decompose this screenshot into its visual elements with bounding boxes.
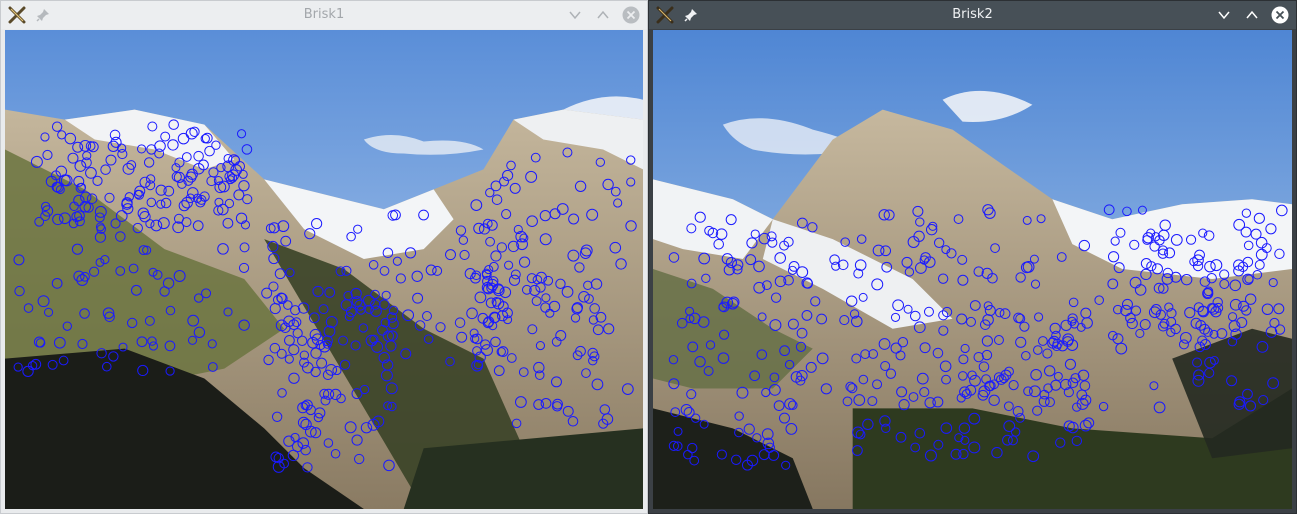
image-view bbox=[5, 30, 643, 509]
chevron-up-icon[interactable] bbox=[593, 5, 613, 25]
brisk1-window[interactable]: Brisk1 bbox=[0, 0, 648, 514]
chevron-down-icon[interactable] bbox=[565, 5, 585, 25]
titlebar[interactable]: Brisk2 bbox=[649, 1, 1296, 29]
window-title: Brisk1 bbox=[303, 7, 345, 22]
chevron-down-icon[interactable] bbox=[1214, 5, 1234, 25]
image-view bbox=[653, 30, 1292, 509]
landscape-image bbox=[5, 30, 643, 509]
window-title: Brisk2 bbox=[952, 7, 993, 22]
chevron-up-icon[interactable] bbox=[1242, 5, 1262, 25]
close-circle-icon[interactable] bbox=[1270, 5, 1290, 25]
close-circle-icon[interactable] bbox=[621, 5, 641, 25]
brisk2-window[interactable]: Brisk2 bbox=[648, 0, 1297, 514]
pin-icon[interactable] bbox=[683, 7, 699, 23]
pin-icon[interactable] bbox=[35, 7, 51, 23]
x-app-icon[interactable] bbox=[655, 5, 675, 25]
landscape-image bbox=[653, 30, 1292, 509]
x-app-icon[interactable] bbox=[7, 5, 27, 25]
titlebar[interactable]: Brisk1 bbox=[1, 1, 647, 29]
